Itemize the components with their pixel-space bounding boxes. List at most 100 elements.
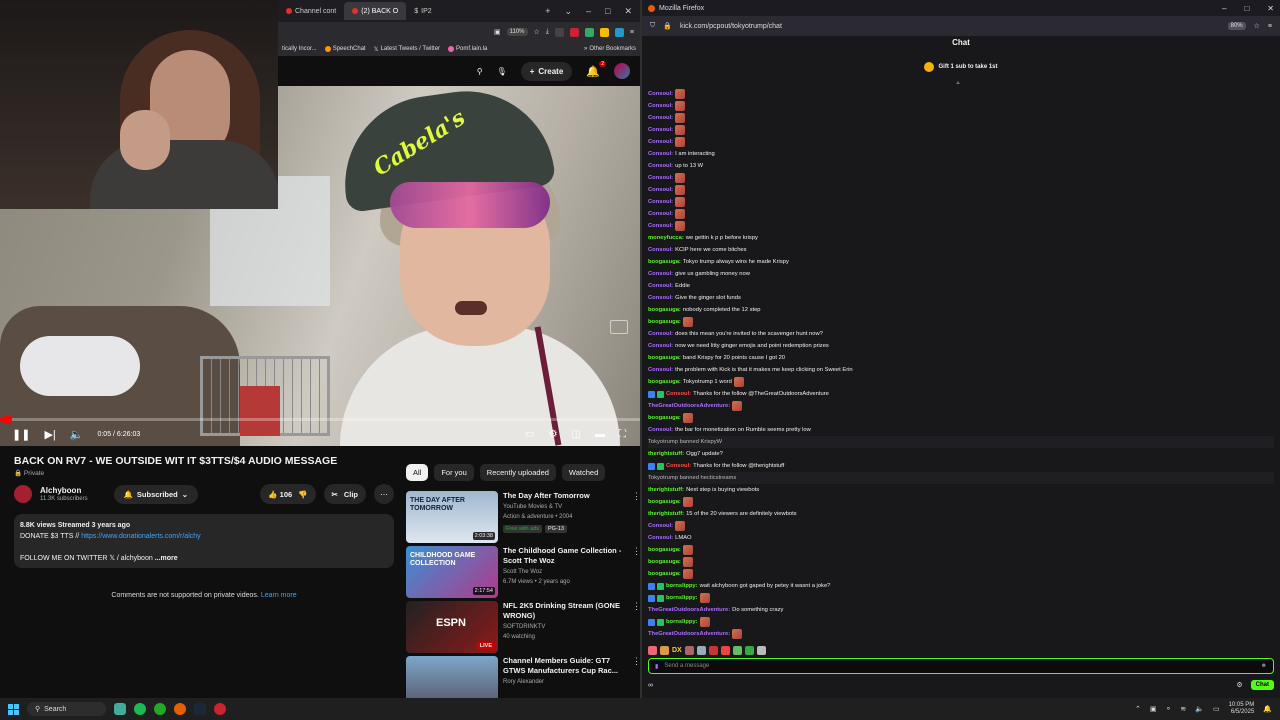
fullscreen-icon[interactable]: ⛶ <box>619 429 626 440</box>
chat-username[interactable]: boogasuga: <box>648 544 681 556</box>
windows-start-icon[interactable] <box>8 703 19 715</box>
chat-username[interactable]: Consoul: <box>648 424 673 436</box>
rec-title[interactable]: NFL 2K5 Drinking Stream (GONE WRONG) <box>503 601 627 621</box>
chat-username[interactable]: boogasuga: <box>648 556 681 568</box>
mic-icon[interactable]: 🎙 <box>497 67 507 76</box>
firefox-icon[interactable] <box>174 703 187 715</box>
more-options-icon[interactable]: ⋮ <box>632 546 640 598</box>
channel-name[interactable]: Alchyboon <box>40 486 88 495</box>
chat-username[interactable]: boogasuga: <box>648 304 681 316</box>
chat-username[interactable]: boogasuga: <box>648 412 681 424</box>
create-button[interactable]: + Create <box>520 61 573 81</box>
notification-bell-icon[interactable]: 🔔 <box>1263 705 1272 713</box>
menu-icon[interactable]: ≡ <box>630 29 634 36</box>
chat-username[interactable]: Consoul: <box>648 88 673 100</box>
donate-link[interactable]: https://www.donationalerts.com/r/alchy <box>81 533 200 540</box>
settings-icon[interactable]: ⚙ <box>1236 681 1242 689</box>
rec-title[interactable]: Channel Members Guide: GT7 GTWS Manufact… <box>503 656 627 676</box>
description-box[interactable]: 8.8K views Streamed 3 years ago DONATE $… <box>14 514 394 568</box>
chat-username[interactable]: Consoul: <box>648 280 673 292</box>
chat-username[interactable]: Consoul: <box>648 172 673 184</box>
emote-icon[interactable] <box>732 645 742 655</box>
video-thumbnail[interactable] <box>406 656 498 698</box>
spotify-icon[interactable] <box>134 703 147 715</box>
chat-username[interactable]: Consoul: <box>648 112 673 124</box>
emote-icon[interactable] <box>708 645 718 655</box>
chat-username[interactable]: bornslippy: <box>666 616 698 628</box>
tab-ip2[interactable]: $ IP2 <box>406 2 439 20</box>
chat-username[interactable]: Consoul: <box>666 460 691 472</box>
chat-username[interactable]: Consoul: <box>648 220 673 232</box>
chip-for-you[interactable]: For you <box>434 464 474 481</box>
extension-icon[interactable] <box>584 27 594 37</box>
chat-username[interactable]: Consoul: <box>648 340 673 352</box>
reader-icon[interactable]: ▣ <box>494 28 501 36</box>
maximize-button[interactable]: □ <box>1244 4 1249 13</box>
emote-icon[interactable]: DX <box>672 647 682 654</box>
search-icon[interactable]: ⚲ <box>477 67 483 76</box>
chat-username[interactable]: Consoul: <box>648 136 673 148</box>
chat-username[interactable]: Consoul: <box>648 160 673 172</box>
close-button[interactable]: ✕ <box>1267 4 1274 13</box>
emote-icon[interactable] <box>756 645 766 655</box>
clip-button[interactable]: ✂ Clip <box>323 484 366 504</box>
more-options-icon[interactable]: ⋮ <box>632 656 640 698</box>
chat-username[interactable]: Consoul: <box>648 196 673 208</box>
chip-watched[interactable]: Watched <box>561 464 606 481</box>
bookmark-item[interactable]: tically Incor... <box>282 46 317 52</box>
emote-icon[interactable] <box>720 645 730 655</box>
next-icon[interactable]: ▶| <box>44 428 55 441</box>
wifi-icon[interactable]: ≋ <box>1180 705 1186 713</box>
chat-username[interactable]: moneyfucca: <box>648 232 684 244</box>
video-thumbnail[interactable]: THE DAY AFTER TOMORROW 2:03:38 <box>406 491 498 543</box>
avatar[interactable] <box>614 63 630 79</box>
notifications-button[interactable]: 🔔 2 <box>586 60 606 78</box>
zoom-indicator[interactable]: 80% <box>1227 22 1246 30</box>
minimize-button[interactable]: – <box>586 6 591 17</box>
video-thumbnail[interactable]: CHILDHOOD GAME COLLECTION 2:17:54 <box>406 546 498 598</box>
extension-icon[interactable] <box>554 27 564 37</box>
chat-username[interactable]: Consoul: <box>648 124 673 136</box>
chip-all[interactable]: All <box>406 464 429 481</box>
chip-recently-uploaded[interactable]: Recently uploaded <box>479 464 556 481</box>
chat-username[interactable]: Consoul: <box>666 388 691 400</box>
recommendation-item[interactable]: CHILDHOOD GAME COLLECTION 2:17:54 The Ch… <box>406 546 640 598</box>
new-tab-button[interactable]: + <box>545 6 550 17</box>
tray-app-icon[interactable]: ▣ <box>1150 705 1157 713</box>
emote-icon[interactable] <box>696 645 706 655</box>
clock[interactable]: 10:05 PM 6/5/2025 <box>1229 702 1255 716</box>
network-icon[interactable]: ⚬ <box>1166 705 1172 713</box>
zoom-indicator[interactable]: 110% <box>506 28 528 36</box>
picture-in-picture-icon[interactable] <box>610 320 628 334</box>
chat-input[interactable]: ▮ Send a message ☻ <box>648 658 1274 674</box>
emote-icon[interactable] <box>744 645 754 655</box>
chat-username[interactable]: Consoul: <box>648 244 673 256</box>
subscribed-button[interactable]: 🔔 Subscribed ⌄ <box>113 484 199 504</box>
url-field[interactable]: kick.com/pcpout/tokyotrump/chat <box>680 23 1220 30</box>
chat-username[interactable]: boogasuga: <box>648 376 681 388</box>
extension-icon[interactable] <box>599 27 609 37</box>
chat-username[interactable]: Consoul: <box>648 292 673 304</box>
battery-icon[interactable]: ▭ <box>1213 705 1220 713</box>
tab-video[interactable]: (2) BACK O <box>344 2 407 20</box>
bookmark-twitter[interactable]: 𝕏 Latest Tweets / Twitter <box>374 46 440 53</box>
taskbar-search[interactable]: ⚲ Search <box>27 702 107 716</box>
chat-username[interactable]: bornslippy: <box>666 592 698 604</box>
chat-username[interactable]: Consoul: <box>648 268 673 280</box>
chat-username[interactable]: Consoul: <box>648 328 673 340</box>
bookmark-star-icon[interactable]: ☆ <box>534 28 540 36</box>
chat-username[interactable]: Consoul: <box>648 364 673 376</box>
close-button[interactable]: ✕ <box>624 6 632 17</box>
captions-icon[interactable]: ▭ <box>525 429 534 440</box>
show-more-link[interactable]: ...more <box>155 555 178 562</box>
shield-icon[interactable]: ⛉ <box>650 22 655 30</box>
video-progress-bar[interactable] <box>0 415 640 424</box>
maximize-button[interactable]: □ <box>605 6 610 17</box>
progress-scrubber[interactable] <box>3 415 12 424</box>
more-options-icon[interactable]: ⋮ <box>632 491 640 543</box>
chat-username[interactable]: boogasuga: <box>648 256 681 268</box>
chat-username[interactable]: bornslippy: <box>666 580 698 592</box>
app-icon[interactable] <box>114 703 127 715</box>
emote-icon[interactable] <box>660 645 669 655</box>
chat-username[interactable]: boogasuga: <box>648 568 681 580</box>
